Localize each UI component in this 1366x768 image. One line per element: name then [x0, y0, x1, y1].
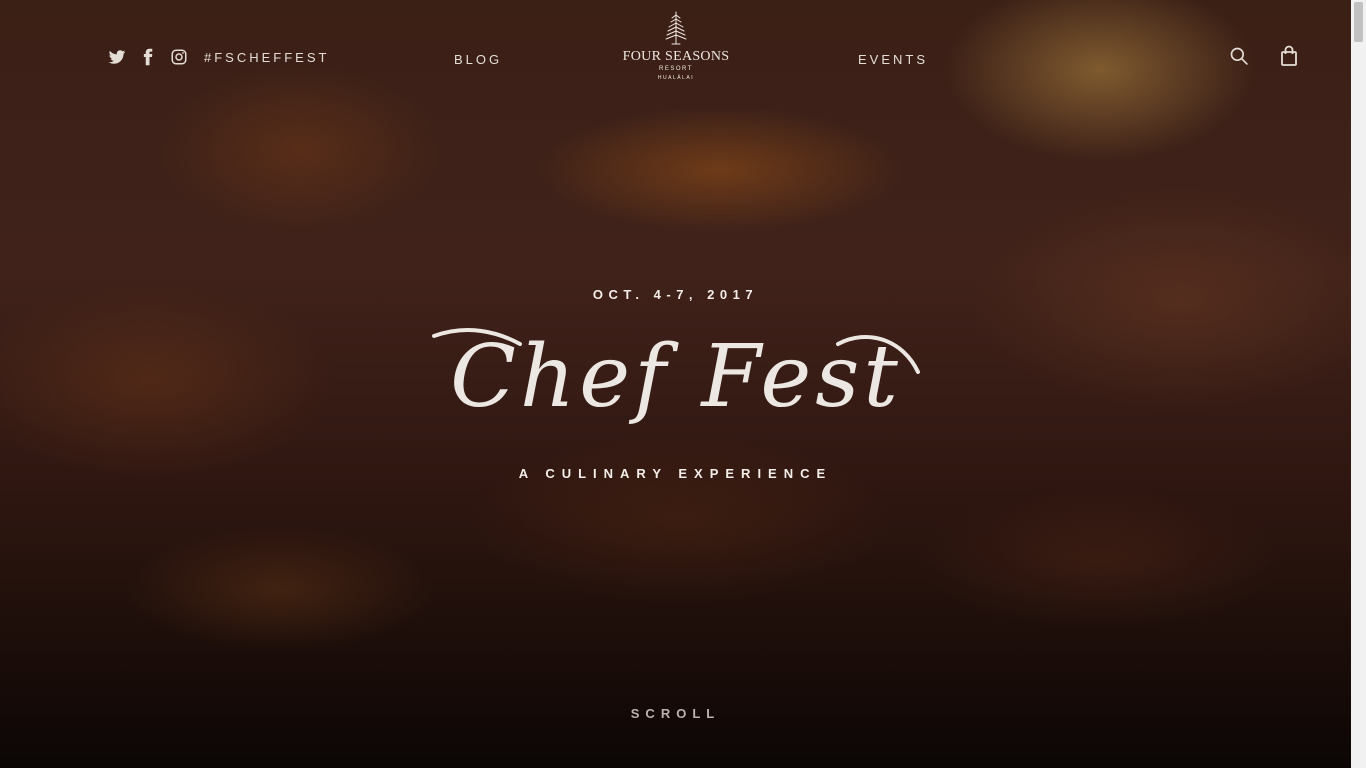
hero-title: Chef Fest	[428, 322, 924, 442]
nav-blog-link[interactable]: BLOG	[454, 52, 502, 67]
social-links: #FSCHEFFEST	[108, 48, 329, 66]
tree-icon	[665, 11, 687, 45]
hero-subtitle: A CULINARY EXPERIENCE	[518, 466, 833, 481]
logo-location: HUALĀLAI	[657, 75, 695, 81]
logo-resort: RESORT	[659, 66, 693, 72]
logo-name: FOUR SEASONS	[622, 49, 730, 64]
scroll-indicator[interactable]: SCROLL	[0, 706, 1351, 721]
hashtag-link[interactable]: #FSCHEFFEST	[204, 50, 329, 65]
site-header: #FSCHEFFEST BLOG FOUR SEASONS RESORT HUA…	[0, 0, 1351, 110]
scrollbar-thumb[interactable]	[1354, 2, 1363, 42]
search-icon[interactable]	[1229, 46, 1249, 66]
hero-title-text: Chef Fest	[450, 327, 902, 427]
twitter-icon[interactable]	[108, 48, 126, 66]
nav-events-link[interactable]: EVENTS	[858, 52, 928, 67]
page-scrollbar[interactable]	[1351, 0, 1366, 768]
instagram-icon[interactable]	[170, 48, 188, 66]
facebook-icon[interactable]	[139, 48, 157, 66]
four-seasons-logo[interactable]: FOUR SEASONS RESORT HUALĀLAI	[600, 10, 752, 81]
hero-section: #FSCHEFFEST BLOG FOUR SEASONS RESORT HUA…	[0, 0, 1351, 768]
shopping-bag-icon[interactable]	[1280, 45, 1298, 67]
event-date: OCT. 4-7, 2017	[592, 287, 759, 302]
